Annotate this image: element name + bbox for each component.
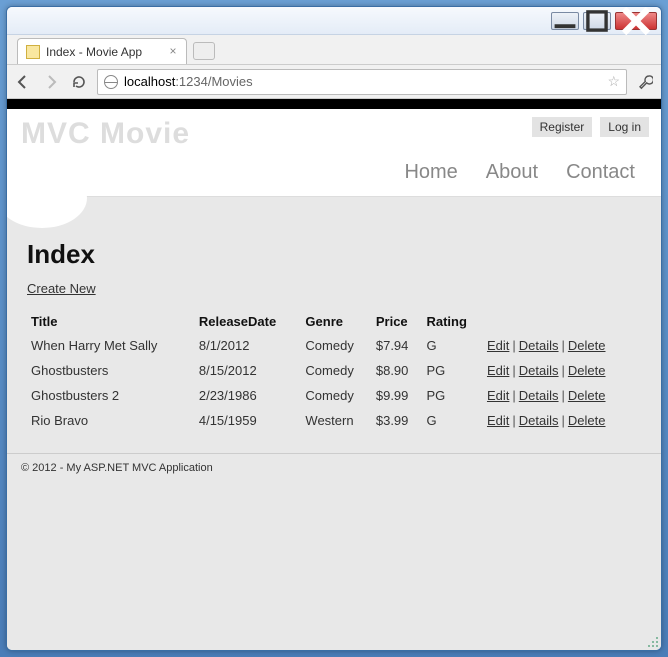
auth-links: Register Log in <box>532 117 649 137</box>
register-link[interactable]: Register <box>532 117 593 137</box>
cell-genre: Comedy <box>301 383 371 408</box>
cell-release: 8/15/2012 <box>195 358 302 383</box>
col-actions <box>483 310 641 333</box>
table-row: Ghostbusters 22/23/1986Comedy$9.99PGEdit… <box>27 383 641 408</box>
url-host: localhost <box>124 74 175 89</box>
url-path: /Movies <box>208 74 253 89</box>
cell-actions: Edit|Details|Delete <box>483 408 641 433</box>
tab-title: Index - Movie App <box>46 45 142 59</box>
page-viewport: MVC Movie Register Log in Home About Con… <box>7 99 661 650</box>
edit-link[interactable]: Edit <box>487 363 509 378</box>
delete-link[interactable]: Delete <box>568 413 606 428</box>
col-rating: Rating <box>422 310 483 333</box>
cell-rating: G <box>422 408 483 433</box>
top-black-bar <box>7 99 661 109</box>
cell-actions: Edit|Details|Delete <box>483 358 641 383</box>
back-button[interactable] <box>13 72 33 92</box>
cell-price: $3.99 <box>372 408 423 433</box>
cell-title: Ghostbusters <box>27 358 195 383</box>
cell-release: 2/23/1986 <box>195 383 302 408</box>
new-tab-button[interactable] <box>193 42 215 60</box>
table-row: Ghostbusters8/15/2012Comedy$8.90PGEdit|D… <box>27 358 641 383</box>
separator: | <box>559 413 568 428</box>
url-input[interactable]: localhost:1234/Movies ☆ <box>97 69 627 95</box>
minimize-button[interactable] <box>551 12 579 30</box>
cell-genre: Western <box>301 408 371 433</box>
login-link[interactable]: Log in <box>600 117 649 137</box>
delete-link[interactable]: Delete <box>568 363 606 378</box>
table-header-row: Title ReleaseDate Genre Price Rating <box>27 310 641 333</box>
edit-link[interactable]: Edit <box>487 338 509 353</box>
delete-link[interactable]: Delete <box>568 388 606 403</box>
movies-table: Title ReleaseDate Genre Price Rating Whe… <box>27 310 641 433</box>
bookmark-star-icon[interactable]: ☆ <box>607 73 620 90</box>
close-button[interactable] <box>615 12 657 30</box>
window-titlebar <box>7 7 661 35</box>
details-link[interactable]: Details <box>519 413 559 428</box>
reload-button[interactable] <box>69 72 89 92</box>
separator: | <box>509 338 518 353</box>
page-title: Index <box>27 239 641 270</box>
cell-actions: Edit|Details|Delete <box>483 383 641 408</box>
wrench-menu-button[interactable] <box>635 72 655 92</box>
nav-home[interactable]: Home <box>404 161 457 184</box>
main-nav: Home About Contact <box>21 151 647 196</box>
nav-about[interactable]: About <box>486 161 538 184</box>
col-price: Price <box>372 310 423 333</box>
globe-icon <box>104 75 118 89</box>
footer-text: © 2012 - My ASP.NET MVC Application <box>21 462 213 474</box>
nav-contact[interactable]: Contact <box>566 161 635 184</box>
cell-price: $9.99 <box>372 383 423 408</box>
cell-title: Rio Bravo <box>27 408 195 433</box>
tab-strip: Index - Movie App × <box>7 35 661 65</box>
separator: | <box>559 338 568 353</box>
create-new-link[interactable]: Create New <box>27 281 96 296</box>
separator: | <box>509 388 518 403</box>
browser-tab[interactable]: Index - Movie App × <box>17 38 187 64</box>
table-row: Rio Bravo4/15/1959Western$3.99GEdit|Deta… <box>27 408 641 433</box>
details-link[interactable]: Details <box>519 388 559 403</box>
col-title: Title <box>27 310 195 333</box>
address-bar: localhost:1234/Movies ☆ <box>7 65 661 99</box>
tab-close-icon[interactable]: × <box>166 44 180 58</box>
table-row: When Harry Met Sally8/1/2012Comedy$7.94G… <box>27 333 641 358</box>
cell-title: Ghostbusters 2 <box>27 383 195 408</box>
cell-rating: G <box>422 333 483 358</box>
maximize-button[interactable] <box>583 12 611 30</box>
favicon-icon <box>26 45 40 59</box>
cell-rating: PG <box>422 383 483 408</box>
site-header: MVC Movie Register Log in Home About Con… <box>7 109 661 197</box>
col-genre: Genre <box>301 310 371 333</box>
separator: | <box>509 363 518 378</box>
forward-button[interactable] <box>41 72 61 92</box>
browser-window: Index - Movie App × localhost:1234/Movie… <box>6 6 662 651</box>
delete-link[interactable]: Delete <box>568 338 606 353</box>
cell-price: $7.94 <box>372 333 423 358</box>
separator: | <box>559 388 568 403</box>
main-content: Index Create New Title ReleaseDate Genre… <box>7 197 661 453</box>
cell-price: $8.90 <box>372 358 423 383</box>
cell-rating: PG <box>422 358 483 383</box>
site-footer: © 2012 - My ASP.NET MVC Application <box>7 453 661 482</box>
cell-actions: Edit|Details|Delete <box>483 333 641 358</box>
cell-genre: Comedy <box>301 358 371 383</box>
separator: | <box>559 363 568 378</box>
separator: | <box>509 413 518 428</box>
edit-link[interactable]: Edit <box>487 388 509 403</box>
edit-link[interactable]: Edit <box>487 413 509 428</box>
cell-genre: Comedy <box>301 333 371 358</box>
cell-release: 8/1/2012 <box>195 333 302 358</box>
cell-release: 4/15/1959 <box>195 408 302 433</box>
window-controls <box>551 12 657 30</box>
details-link[interactable]: Details <box>519 363 559 378</box>
url-port: :1234 <box>175 74 208 89</box>
col-release: ReleaseDate <box>195 310 302 333</box>
details-link[interactable]: Details <box>519 338 559 353</box>
resize-grip-icon[interactable] <box>645 634 659 648</box>
cell-title: When Harry Met Sally <box>27 333 195 358</box>
